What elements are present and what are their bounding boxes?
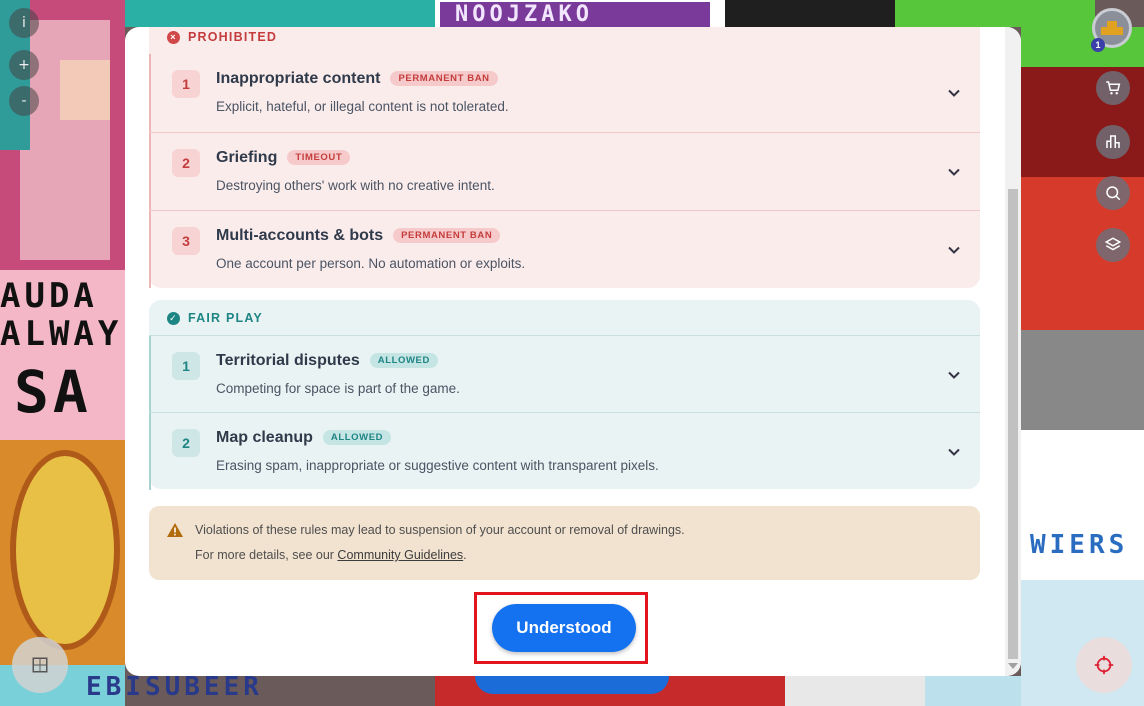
bg-text-bottom: EBISUBEER — [86, 672, 263, 702]
rule-title: Map cleanup ALLOWED — [216, 429, 392, 447]
cart-icon — [1106, 81, 1121, 95]
rule-title: Multi-accounts & bots PERMANENT BAN — [216, 227, 501, 245]
avatar-icon — [1101, 21, 1123, 35]
rule-description: One account per person. No automation or… — [216, 256, 526, 271]
warning-details: For more details, see our Community Guid… — [195, 548, 467, 562]
chevron-down-icon[interactable] — [947, 243, 961, 257]
chevron-down-icon[interactable] — [947, 86, 961, 100]
violation-warning: Violations of these rules may lead to su… — [149, 506, 980, 580]
rule-row-territorial[interactable]: 1 Territorial disputes ALLOWED Competing … — [149, 335, 980, 413]
rule-number: 2 — [172, 429, 200, 457]
rule-row-inappropriate[interactable]: 1 Inappropriate content PERMANENT BAN Exp… — [149, 54, 980, 132]
color-search-button[interactable] — [1096, 176, 1130, 210]
bg-text-right: WIERS — [1030, 530, 1129, 560]
chevron-down-icon[interactable] — [947, 368, 961, 382]
warning-icon — [167, 523, 183, 537]
bg-text-top: NOOJZAKO — [455, 2, 593, 27]
locate-button[interactable] — [1076, 637, 1132, 693]
community-guidelines-link[interactable]: Community Guidelines — [337, 548, 463, 562]
fair-play-section: ✓ FAIR PLAY 1 Territorial disputes ALLOWE… — [149, 300, 980, 490]
cart-button[interactable] — [1096, 71, 1130, 105]
bg-text-line2: ALWAY — [0, 314, 123, 354]
rule-description: Destroying others' work with no creative… — [216, 178, 495, 193]
palette-button[interactable] — [12, 637, 68, 693]
zoom-out-button[interactable]: - — [9, 86, 39, 116]
leaderboard-button[interactable] — [1096, 125, 1130, 159]
rule-description: Competing for space is part of the game. — [216, 381, 460, 396]
rule-row-griefing[interactable]: 2 Griefing TIMEOUT Destroying others' wor… — [149, 132, 980, 210]
layers-button[interactable] — [1096, 228, 1130, 262]
prohibited-header: × PROHIBITED — [167, 30, 277, 44]
penalty-tag: PERMANENT BAN — [390, 71, 498, 86]
bg-text-line1: AUDA — [0, 276, 98, 316]
rule-title: Inappropriate content PERMANENT BAN — [216, 70, 498, 88]
understood-button[interactable]: Understood — [492, 604, 636, 652]
bg-text-line3: SA — [14, 358, 92, 426]
grid-icon — [32, 657, 48, 673]
fair-play-header: ✓ FAIR PLAY — [167, 311, 263, 325]
rule-number: 1 — [172, 352, 200, 380]
penalty-tag: PERMANENT BAN — [393, 228, 501, 243]
rule-title: Territorial disputes ALLOWED — [216, 352, 438, 370]
scroll-down-arrow[interactable] — [1008, 663, 1018, 669]
check-circle-icon: ✓ — [167, 311, 180, 325]
fair-play-header-label: FAIR PLAY — [188, 311, 263, 325]
zoom-in-button[interactable]: + — [9, 50, 39, 80]
notification-badge: 1 — [1091, 38, 1105, 52]
warning-text: Violations of these rules may lead to su… — [195, 523, 685, 537]
scrollbar-thumb[interactable] — [1008, 189, 1018, 659]
chevron-down-icon[interactable] — [947, 165, 961, 179]
penalty-tag: TIMEOUT — [287, 150, 351, 165]
bar-chart-icon — [1106, 135, 1120, 148]
rule-number: 3 — [172, 227, 200, 255]
x-circle-icon: × — [167, 30, 180, 44]
rule-description: Erasing spam, inappropriate or suggestiv… — [216, 458, 659, 473]
info-button[interactable]: i — [9, 8, 39, 38]
palette-search-icon — [1106, 186, 1121, 201]
allowed-tag: ALLOWED — [369, 353, 438, 368]
rule-title: Griefing TIMEOUT — [216, 149, 351, 167]
chevron-down-icon[interactable] — [947, 445, 961, 459]
crosshair-icon — [1094, 655, 1114, 675]
allowed-tag: ALLOWED — [322, 430, 392, 445]
prohibited-section: × PROHIBITED 1 Inappropriate content PERM… — [149, 27, 980, 288]
layers-icon — [1104, 237, 1122, 251]
rule-row-multi-accounts[interactable]: 3 Multi-accounts & bots PERMANENT BAN One… — [149, 210, 980, 288]
rule-row-map-cleanup[interactable]: 2 Map cleanup ALLOWED Erasing spam, inapp… — [149, 412, 980, 490]
rules-dialog: × PROHIBITED 1 Inappropriate content PERM… — [125, 27, 1021, 676]
rule-number: 1 — [172, 70, 200, 98]
rule-description: Explicit, hateful, or illegal content is… — [216, 99, 509, 114]
prohibited-header-label: PROHIBITED — [188, 30, 278, 44]
rule-number: 2 — [172, 149, 200, 177]
